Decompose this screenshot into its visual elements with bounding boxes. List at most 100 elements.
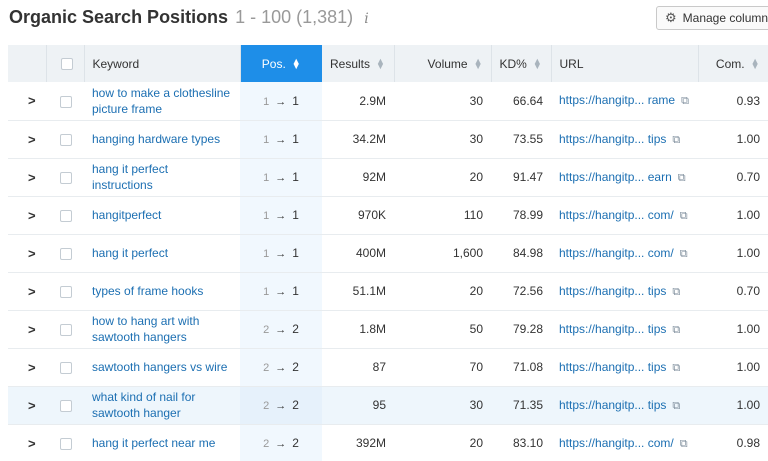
url-link[interactable]: https://hangitp... tips — [559, 284, 666, 298]
keyword-link[interactable]: sawtooth hangers vs wire — [84, 348, 240, 386]
url-link[interactable]: https://hangitp... tips — [559, 398, 666, 412]
header-volume[interactable]: Volume ▲ ▼ — [394, 45, 492, 82]
url-cell[interactable]: https://hangitp... com/ ⧉ — [551, 424, 698, 461]
url-link[interactable]: https://hangitp... earn — [559, 170, 672, 184]
external-link-icon[interactable]: ⧉ — [681, 95, 689, 107]
header-com[interactable]: Com. ▲ ▼ — [698, 45, 768, 82]
chevron-right-icon[interactable]: > — [16, 360, 36, 375]
expand-cell[interactable]: > — [8, 272, 46, 310]
row-checkbox[interactable] — [60, 285, 72, 298]
select-cell[interactable] — [46, 82, 84, 120]
keyword-link[interactable]: how to hang art with sawtooth hangers — [84, 310, 240, 348]
header-url[interactable]: URL — [551, 45, 699, 82]
external-link-icon[interactable]: ⧉ — [678, 172, 686, 184]
select-cell[interactable] — [46, 424, 84, 461]
row-checkbox[interactable] — [60, 361, 72, 374]
header-results[interactable]: Results ▲ ▼ — [322, 45, 395, 82]
keyword-link[interactable]: hang it perfect instructions — [84, 158, 240, 196]
row-checkbox[interactable] — [60, 133, 72, 146]
url-link[interactable]: https://hangitp... tips — [559, 360, 666, 374]
sort-icon[interactable]: ▲ ▼ — [474, 57, 483, 71]
sort-icon[interactable]: ▲ ▼ — [751, 57, 760, 71]
chevron-right-icon[interactable]: > — [16, 284, 36, 299]
chevron-right-icon[interactable]: > — [16, 436, 36, 451]
row-checkbox[interactable] — [60, 437, 72, 450]
external-link-icon[interactable]: ⧉ — [680, 210, 688, 222]
url-link[interactable]: https://hangitp... com/ — [559, 208, 674, 222]
sort-desc-icon[interactable]: ▲ ▼ — [292, 57, 301, 71]
url-link[interactable]: https://hangitp... tips — [559, 132, 666, 146]
url-link[interactable]: https://hangitp... tips — [559, 322, 666, 336]
select-cell[interactable] — [46, 310, 84, 348]
url-cell[interactable]: https://hangitp... tips ⧉ — [551, 386, 698, 424]
select-cell[interactable] — [46, 234, 84, 272]
chevron-right-icon[interactable]: > — [16, 170, 36, 185]
expand-cell[interactable]: > — [8, 120, 46, 158]
url-cell[interactable]: https://hangitp... com/ ⧉ — [551, 234, 698, 272]
expand-cell[interactable]: > — [8, 424, 46, 461]
chevron-right-icon[interactable]: > — [16, 93, 36, 108]
keyword-link[interactable]: hanging hardware types — [84, 120, 240, 158]
select-cell[interactable] — [46, 272, 84, 310]
url-cell[interactable]: https://hangitp... tips ⧉ — [551, 272, 698, 310]
external-link-icon[interactable]: ⧉ — [680, 438, 688, 450]
url-cell[interactable]: https://hangitp... tips ⧉ — [551, 348, 698, 386]
expand-cell[interactable]: > — [8, 310, 46, 348]
external-link-icon[interactable]: ⧉ — [672, 286, 680, 298]
expand-cell[interactable]: > — [8, 234, 46, 272]
select-cell[interactable] — [46, 196, 84, 234]
url-cell[interactable]: https://hangitp... rame ⧉ — [551, 82, 698, 120]
keyword-link[interactable]: types of frame hooks — [84, 272, 240, 310]
header-pos[interactable]: Pos. ▲ ▼ — [240, 45, 322, 82]
expand-cell[interactable]: > — [8, 348, 46, 386]
chevron-right-icon[interactable]: > — [16, 246, 36, 261]
keyword-link[interactable]: hang it perfect near me — [84, 424, 240, 461]
row-checkbox[interactable] — [60, 171, 72, 184]
chevron-right-icon[interactable]: > — [16, 208, 36, 223]
keyword-link[interactable]: how to make a clothesline picture frame — [84, 82, 240, 120]
sort-icon[interactable]: ▲ ▼ — [376, 57, 385, 71]
row-checkbox[interactable] — [60, 95, 72, 108]
expand-cell[interactable]: > — [8, 82, 46, 120]
select-cell[interactable] — [46, 120, 84, 158]
row-checkbox[interactable] — [60, 247, 72, 260]
results-value: 51.1M — [352, 284, 386, 298]
external-link-icon[interactable]: ⧉ — [672, 362, 680, 374]
keyword-link[interactable]: what kind of nail for sawtooth hanger — [84, 386, 240, 424]
manage-columns-button[interactable]: ⚙ Manage columns — [656, 6, 768, 30]
url-link[interactable]: https://hangitp... rame — [559, 93, 675, 107]
row-checkbox[interactable] — [60, 399, 72, 412]
row-checkbox[interactable] — [60, 209, 72, 222]
sort-icon[interactable]: ▲ ▼ — [533, 57, 542, 71]
select-all-checkbox[interactable] — [60, 58, 73, 71]
keyword-link[interactable]: hang it perfect — [84, 234, 240, 272]
info-icon[interactable]: i — [364, 11, 368, 27]
url-link[interactable]: https://hangitp... com/ — [559, 246, 674, 260]
url-cell[interactable]: https://hangitp... tips ⧉ — [551, 120, 698, 158]
manage-columns-label: Manage columns — [682, 11, 768, 25]
url-cell[interactable]: https://hangitp... earn ⧉ — [551, 158, 698, 196]
chevron-right-icon[interactable]: > — [16, 322, 36, 337]
row-checkbox[interactable] — [60, 323, 72, 336]
chevron-right-icon[interactable]: > — [16, 398, 36, 413]
select-cell[interactable] — [46, 386, 84, 424]
url-link[interactable]: https://hangitp... com/ — [559, 436, 674, 450]
select-cell[interactable] — [46, 348, 84, 386]
url-cell[interactable]: https://hangitp... com/ ⧉ — [551, 196, 698, 234]
toolbar: Organic Search Positions 1 - 100 (1,381)… — [0, 0, 768, 38]
keyword-link[interactable]: hangitperfect — [84, 196, 240, 234]
external-link-icon[interactable]: ⧉ — [680, 248, 688, 260]
external-link-icon[interactable]: ⧉ — [672, 400, 680, 412]
select-cell[interactable] — [46, 158, 84, 196]
expand-cell[interactable]: > — [8, 196, 46, 234]
expand-cell[interactable]: > — [8, 386, 46, 424]
external-link-icon[interactable]: ⧉ — [672, 134, 680, 146]
expand-cell[interactable]: > — [8, 158, 46, 196]
header-select[interactable] — [46, 45, 85, 82]
volume-value: 20 — [469, 284, 483, 298]
url-cell[interactable]: https://hangitp... tips ⧉ — [551, 310, 698, 348]
chevron-right-icon[interactable]: > — [16, 132, 36, 147]
external-link-icon[interactable]: ⧉ — [672, 324, 680, 336]
header-kd[interactable]: KD% ▲ ▼ — [491, 45, 552, 82]
header-keyword[interactable]: Keyword — [84, 45, 241, 82]
